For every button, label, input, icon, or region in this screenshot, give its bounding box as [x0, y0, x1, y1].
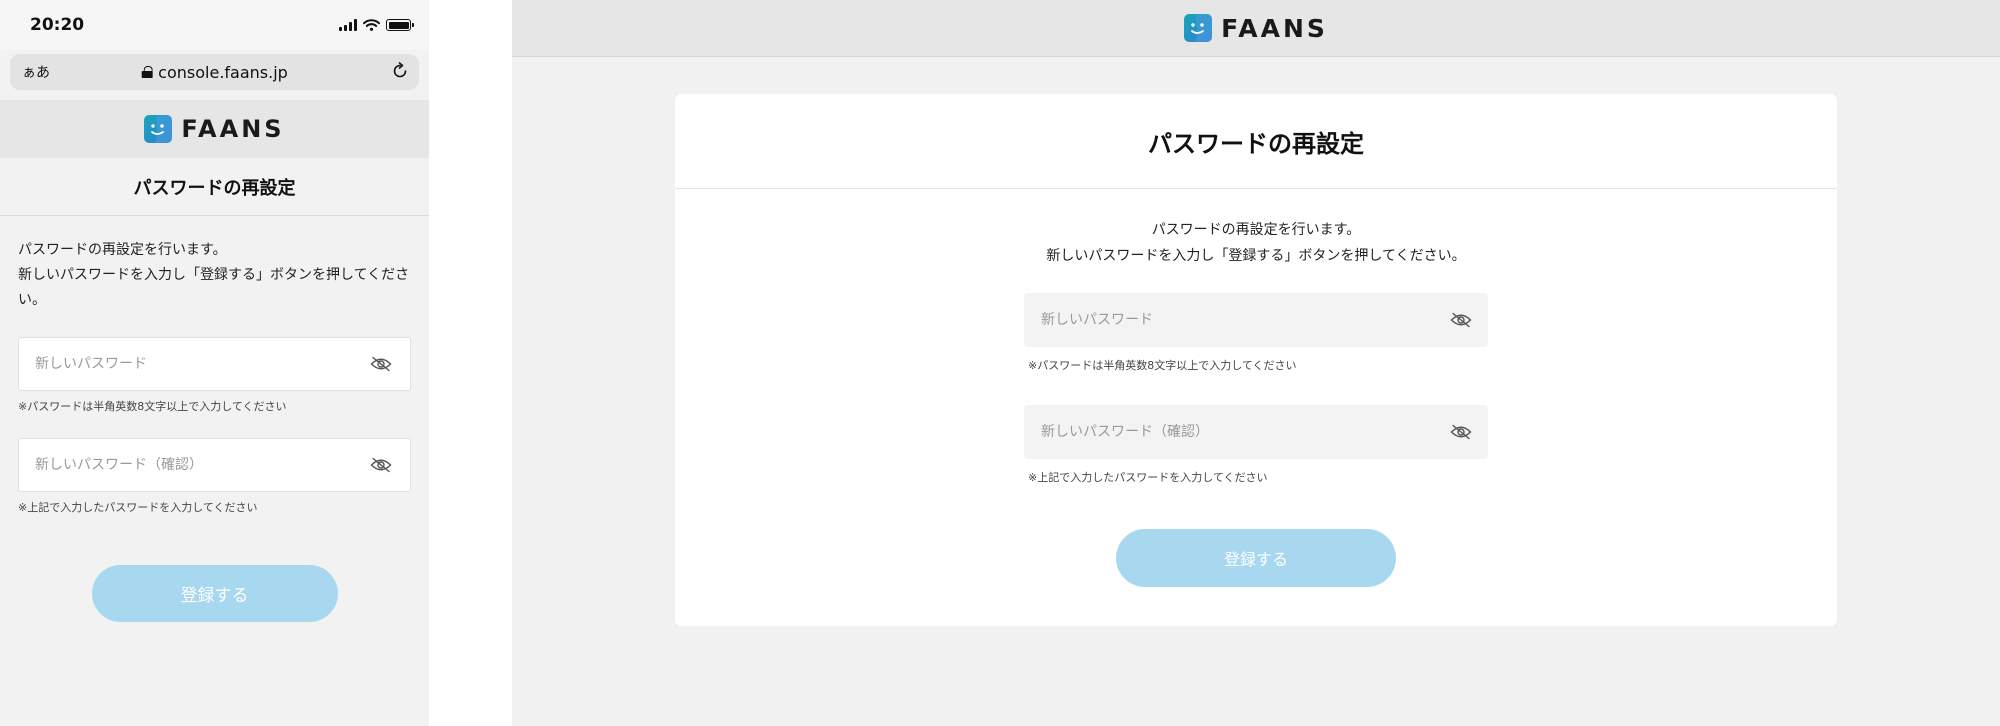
wifi-icon — [363, 19, 380, 31]
new-password-field[interactable] — [1024, 293, 1488, 347]
new-password-input[interactable] — [35, 356, 370, 372]
url-display[interactable]: console.faans.jp — [141, 63, 288, 82]
page-title: パスワードの再設定 — [675, 94, 1837, 189]
confirm-password-note: ※上記で入力したパスワードを入力してください — [18, 501, 258, 514]
cellular-signal-icon — [339, 19, 357, 31]
site-header: FAANS — [512, 0, 2000, 57]
password-rule-note: ※パスワードは半角英数8文字以上で入力してください — [18, 400, 287, 413]
description-line: 新しいパスワードを入力し「登録する」ボタンを押してください。 — [1046, 248, 1466, 264]
description-line: パスワードの再設定を行います。 — [18, 242, 227, 258]
reload-icon[interactable] — [391, 62, 409, 80]
confirm-password-note: ※上記で入力したパスワードを入力してください — [1028, 471, 1268, 484]
description-line: パスワードの再設定を行います。 — [1151, 222, 1361, 238]
battery-icon — [386, 19, 414, 31]
brand-name: FAANS — [181, 115, 285, 143]
mobile-screen: 20:20 ぁあ console.faans.jp FAANS パスワードの再設… — [0, 0, 429, 726]
password-form: ※パスワードは半角英数8文字以上で入力してください ※上記で入力したパスワードを… — [1024, 293, 1488, 587]
description: パスワードの再設定を行います。 新しいパスワードを入力し「登録する」ボタンを押し… — [18, 238, 411, 313]
eye-slash-icon[interactable] — [1450, 312, 1472, 328]
confirm-password-field[interactable] — [18, 438, 411, 492]
desktop-screen: FAANS パスワードの再設定 パスワードの再設定を行います。 新しいパスワード… — [512, 0, 2000, 726]
new-password-field[interactable] — [18, 337, 411, 391]
brand-name: FAANS — [1221, 13, 1328, 43]
page-title: パスワードの再設定 — [0, 158, 429, 216]
new-password-input[interactable] — [1041, 312, 1450, 328]
text-size-button[interactable]: ぁあ — [22, 62, 50, 82]
description: パスワードの再設定を行います。 新しいパスワードを入力し「登録する」ボタンを押し… — [675, 217, 1837, 269]
status-time: 20:20 — [30, 15, 85, 35]
eye-slash-icon[interactable] — [1450, 424, 1472, 440]
register-button[interactable]: 登録する — [1116, 529, 1396, 587]
faans-logo-icon — [144, 115, 173, 143]
site-header: FAANS — [0, 100, 429, 158]
status-bar: 20:20 — [0, 0, 429, 50]
password-rule-note: ※パスワードは半角英数8文字以上で入力してください — [1028, 359, 1297, 372]
confirm-password-input[interactable] — [35, 457, 370, 473]
description-line: 新しいパスワードを入力し「登録する」ボタンを押してください。 — [18, 267, 410, 308]
status-icons — [339, 19, 414, 31]
confirm-password-field[interactable] — [1024, 405, 1488, 459]
faans-logo-icon — [1184, 14, 1213, 42]
lock-icon — [141, 66, 153, 78]
password-reset-card: パスワードの再設定 パスワードの再設定を行います。 新しいパスワードを入力し「登… — [675, 94, 1837, 626]
register-button[interactable]: 登録する — [91, 565, 338, 622]
browser-url-bar[interactable]: ぁあ console.faans.jp — [10, 54, 419, 90]
confirm-password-input[interactable] — [1041, 424, 1450, 440]
eye-slash-icon[interactable] — [370, 356, 392, 372]
eye-slash-icon[interactable] — [370, 457, 392, 473]
mobile-form: パスワードの再設定を行います。 新しいパスワードを入力し「登録する」ボタンを押し… — [0, 216, 429, 622]
brand-logo[interactable]: FAANS — [1184, 14, 1328, 43]
url-domain: console.faans.jp — [158, 62, 288, 82]
brand-logo[interactable]: FAANS — [144, 115, 284, 143]
